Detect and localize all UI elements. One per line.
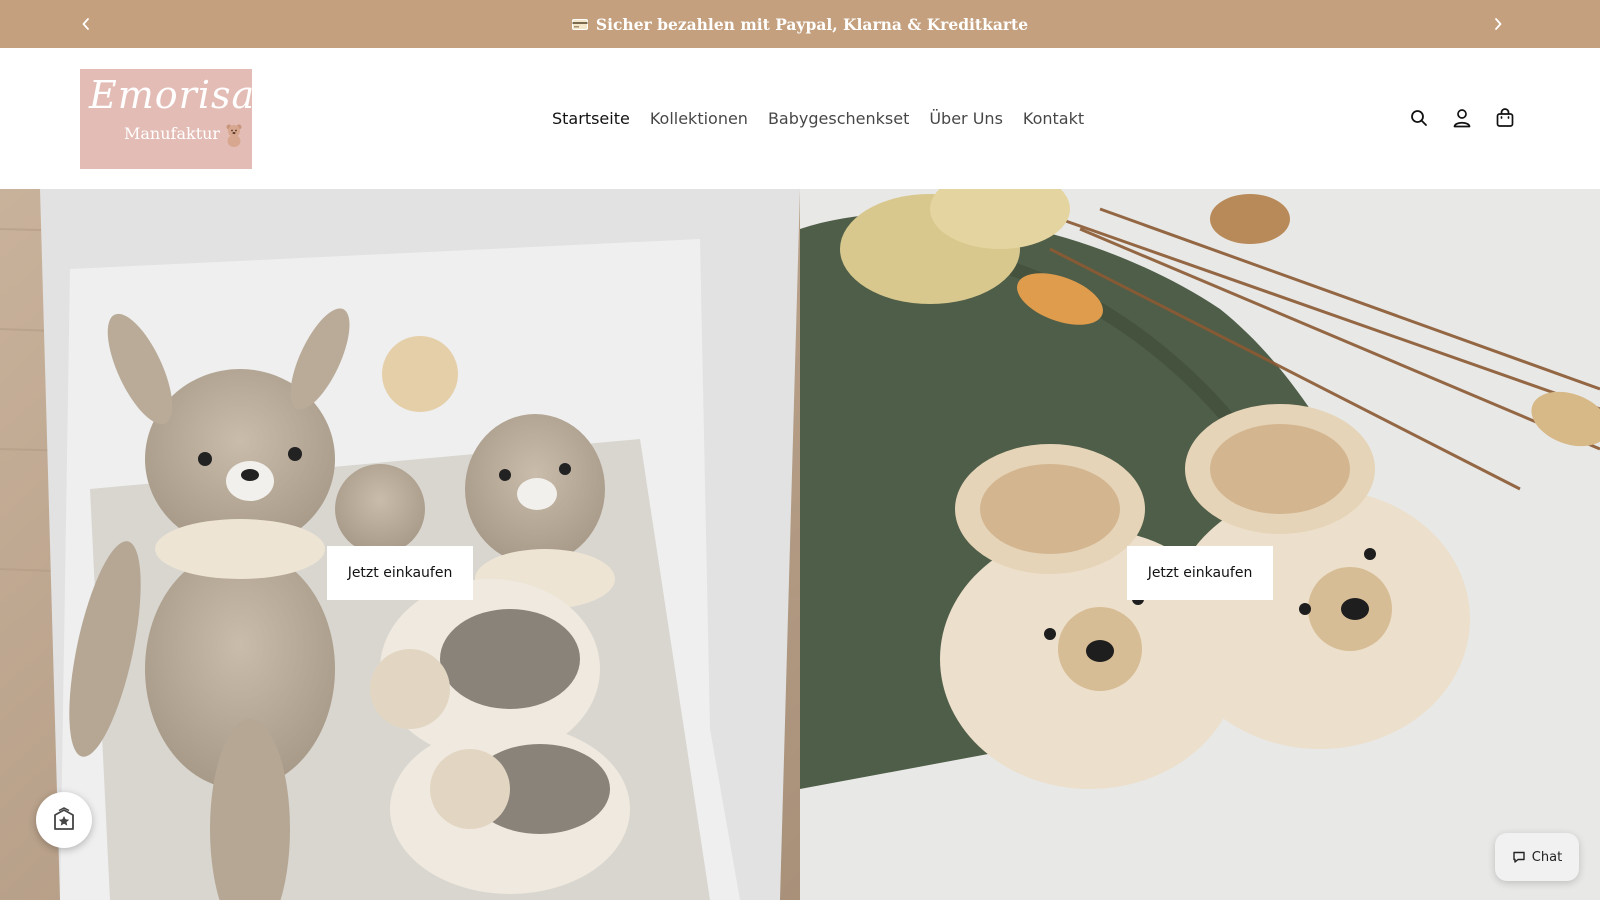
shop-badge-button[interactable] — [36, 792, 92, 848]
nav-item-kontakt[interactable]: Kontakt — [1023, 109, 1084, 128]
account-button[interactable] — [1449, 105, 1475, 131]
credit-card-icon — [571, 18, 588, 30]
cart-icon — [1496, 108, 1514, 127]
hero-panel-right: Jetzt einkaufen — [800, 189, 1600, 900]
chat-bubble-icon — [1513, 851, 1525, 863]
chevron-right-icon — [1495, 18, 1502, 30]
logo-subtitle: Manufaktur — [124, 124, 221, 143]
nav-item-ueber-uns[interactable]: Über Uns — [929, 109, 1003, 128]
announcement-bar: Sicher bezahlen mit Paypal, Klarna & Kre… — [0, 0, 1600, 48]
account-icon — [1453, 109, 1471, 128]
crochet-bear-baby-shoes-image — [800, 189, 1600, 900]
hero-panel-left: Jetzt einkaufen — [0, 189, 800, 900]
chat-label: Chat — [1531, 849, 1563, 865]
teddy-bear-icon — [226, 124, 242, 147]
chat-button[interactable]: Chat — [1495, 833, 1579, 881]
announcement-text: Sicher bezahlen mit Paypal, Klarna & Kre… — [595, 14, 1029, 34]
logo-script-text: Emorisa — [89, 73, 252, 117]
site-header: Emorisa Manufaktur Startseite Kollektion… — [0, 48, 1600, 189]
shop-badge-icon — [54, 807, 74, 830]
crochet-deer-gift-box-image — [0, 189, 800, 900]
shop-now-button-right[interactable]: Jetzt einkaufen — [1127, 546, 1273, 600]
nav-item-startseite[interactable]: Startseite — [552, 109, 630, 128]
search-button[interactable] — [1406, 105, 1432, 131]
nav-item-kollektionen[interactable]: Kollektionen — [650, 109, 748, 128]
announcement-next-button[interactable] — [1486, 12, 1510, 36]
shop-now-button-left[interactable]: Jetzt einkaufen — [327, 546, 473, 600]
brand-logo[interactable]: Emorisa Manufaktur — [80, 69, 252, 169]
chevron-left-icon — [82, 18, 89, 30]
main-nav: Startseite Kollektionen Babygeschenkset … — [552, 96, 1084, 140]
nav-item-babygeschenkset[interactable]: Babygeschenkset — [768, 109, 909, 128]
search-icon — [1411, 110, 1427, 126]
announcement-prev-button[interactable] — [74, 12, 98, 36]
announcement-message: Sicher bezahlen mit Paypal, Klarna & Kre… — [571, 14, 1029, 34]
cart-button[interactable] — [1492, 105, 1518, 131]
